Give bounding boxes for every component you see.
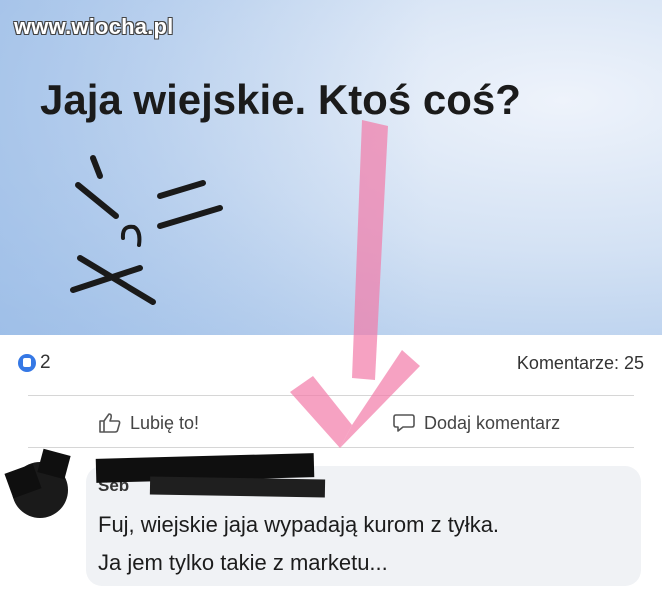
pink-arrow xyxy=(290,120,420,448)
arrow-head-left xyxy=(290,376,352,448)
arrow-shaft xyxy=(352,120,388,380)
arrow-head-right xyxy=(340,350,420,448)
